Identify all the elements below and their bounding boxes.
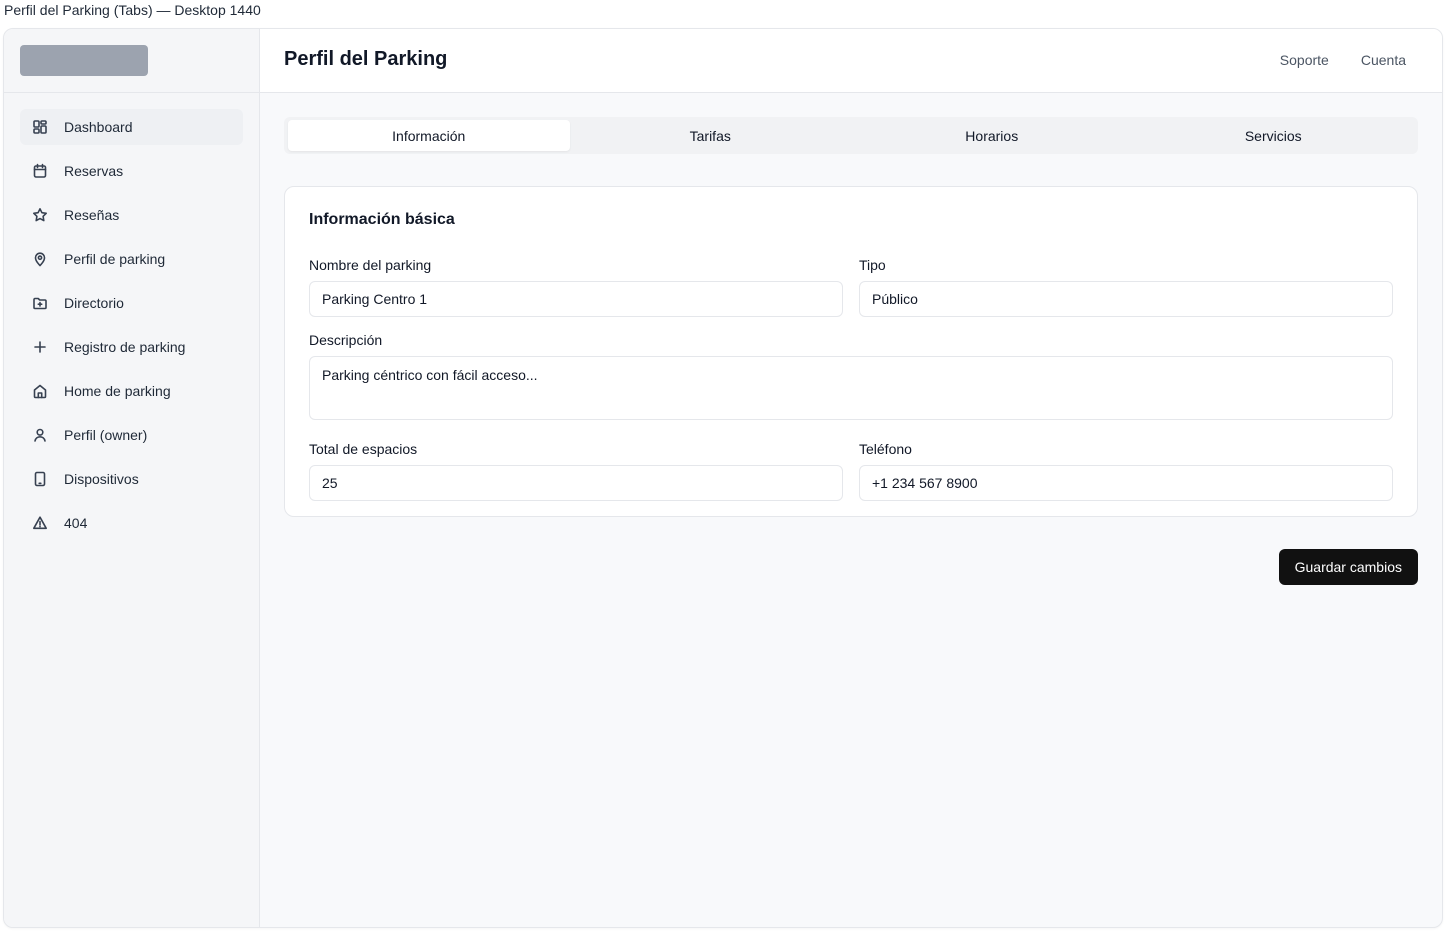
plus-icon xyxy=(32,339,48,355)
sidebar-item-perfil-parking[interactable]: Perfil de parking xyxy=(20,241,243,277)
sidebar-item-dashboard[interactable]: Dashboard xyxy=(20,109,243,145)
sidebar-item-label: Home de parking xyxy=(64,383,171,399)
form-actions: Guardar cambios xyxy=(284,549,1418,585)
sidebar-item-label: Directorio xyxy=(64,295,124,311)
device-icon xyxy=(32,471,48,487)
sidebar-item-404[interactable]: 404 xyxy=(20,505,243,541)
sidebar-nav: Dashboard Reservas Reseñas Perfil de par… xyxy=(4,93,259,565)
sidebar-item-label: Reseñas xyxy=(64,207,120,223)
header-links: Soporte Cuenta xyxy=(1280,52,1406,68)
basic-info-card: Información básica Nombre del parking Pa… xyxy=(284,186,1418,517)
star-icon xyxy=(32,207,48,223)
main-content: Información Tarifas Horarios Servicios I… xyxy=(284,117,1418,585)
sidebar-item-label: Perfil (owner) xyxy=(64,427,148,443)
account-link[interactable]: Cuenta xyxy=(1361,52,1406,68)
telefono-label: Teléfono xyxy=(859,441,912,457)
support-link[interactable]: Soporte xyxy=(1280,52,1329,68)
sidebar-item-label: Dashboard xyxy=(64,119,133,135)
sidebar-item-label: Reservas xyxy=(64,163,124,179)
sidebar-item-label: Perfil de parking xyxy=(64,251,166,267)
sidebar-item-registro[interactable]: Registro de parking xyxy=(20,329,243,365)
card-title: Información básica xyxy=(309,211,455,228)
sidebar-item-reservas[interactable]: Reservas xyxy=(20,153,243,189)
sidebar-item-label: Dispositivos xyxy=(64,471,139,487)
frame-label: Perfil del Parking (Tabs) — Desktop 1440 xyxy=(4,2,261,18)
app-window: Dashboard Reservas Reseñas Perfil de par… xyxy=(3,28,1443,928)
tab-servicios[interactable]: Servicios xyxy=(1133,120,1415,151)
alert-triangle-icon xyxy=(32,515,48,531)
tab-horarios[interactable]: Horarios xyxy=(851,120,1133,151)
espacios-label: Total de espacios xyxy=(309,441,418,457)
top-header: Perfil del Parking Soporte Cuenta xyxy=(260,29,1442,93)
sidebar-item-perfil-owner[interactable]: Perfil (owner) xyxy=(20,417,243,453)
dashboard-icon xyxy=(32,119,48,135)
folder-icon xyxy=(32,295,48,311)
logo-placeholder[interactable] xyxy=(20,45,148,76)
calendar-icon xyxy=(32,163,48,179)
sidebar-item-label: Registro de parking xyxy=(64,339,186,355)
sidebar-item-label: 404 xyxy=(64,515,88,531)
descripcion-label: Descripción xyxy=(309,332,383,348)
home-icon xyxy=(32,383,48,399)
nombre-label: Nombre del parking xyxy=(309,257,432,273)
tipo-input[interactable]: Público xyxy=(859,281,1393,317)
page-title: Perfil del Parking xyxy=(284,48,448,70)
map-pin-icon xyxy=(32,251,48,267)
sidebar-header xyxy=(4,29,259,93)
sidebar: Dashboard Reservas Reseñas Perfil de par… xyxy=(4,29,260,927)
telefono-input[interactable]: +1 234 567 8900 xyxy=(859,465,1393,501)
save-button[interactable]: Guardar cambios xyxy=(1278,549,1418,585)
tab-informacion[interactable]: Información xyxy=(288,120,570,151)
espacios-input[interactable]: 25 xyxy=(309,465,843,501)
tab-tarifas[interactable]: Tarifas xyxy=(570,120,852,151)
tab-bar: Información Tarifas Horarios Servicios xyxy=(284,117,1418,154)
descripcion-textarea[interactable]: Parking céntrico con fácil acceso... xyxy=(309,356,1393,420)
sidebar-item-directorio[interactable]: Directorio xyxy=(20,285,243,321)
sidebar-item-home-parking[interactable]: Home de parking xyxy=(20,373,243,409)
user-icon xyxy=(32,427,48,443)
sidebar-item-resenas[interactable]: Reseñas xyxy=(20,197,243,233)
nombre-input[interactable]: Parking Centro 1 xyxy=(309,281,843,317)
tipo-label: Tipo xyxy=(859,257,886,273)
sidebar-item-dispositivos[interactable]: Dispositivos xyxy=(20,461,243,497)
